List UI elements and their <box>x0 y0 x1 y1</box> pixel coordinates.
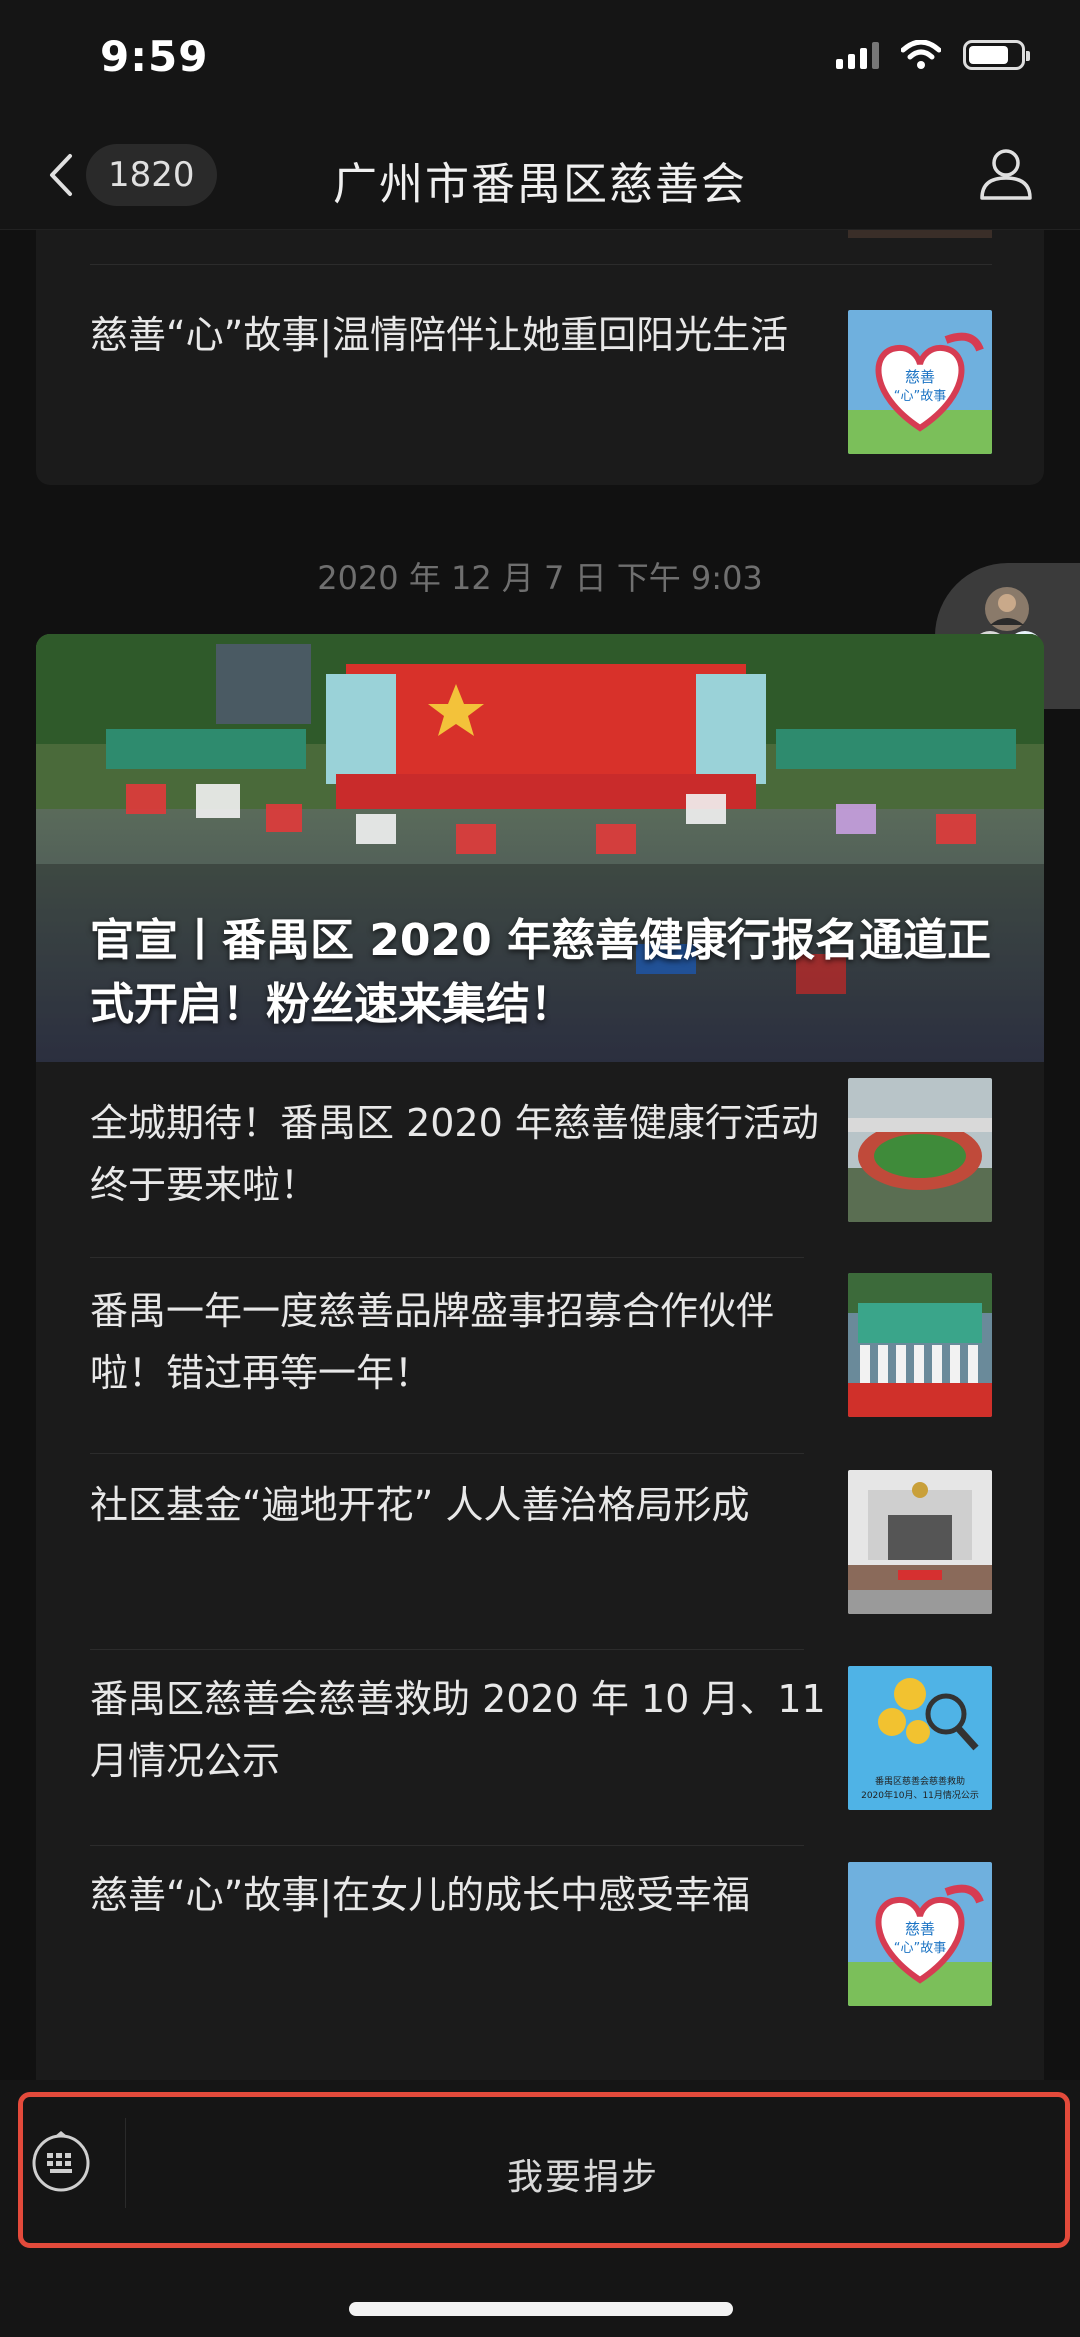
svg-text:“心”故事: “心”故事 <box>894 389 946 404</box>
nav-bar: 1820 广州市番禺区慈善会 <box>0 120 1080 230</box>
article-title: 社区基金“遍地开花” 人人善治格局形成 <box>90 1483 750 1527</box>
svg-text:2020年10月、11月情况公示: 2020年10月、11月情况公示 <box>861 1789 979 1801</box>
status-bar: 9:59 <box>0 0 1080 120</box>
article-title: 番禺一年一度慈善品牌盛事招募合作伙伴啦！错过再等一年！ <box>90 1289 775 1395</box>
stadium-thumbnail <box>848 1078 992 1222</box>
message-timestamp: 2020 年 12 月 7 日 下午 9:03 <box>317 559 763 597</box>
article-card-previous: 慈善“心”故事|温情陪伴让她重回阳光生活 慈善 “心”故事 <box>36 230 1044 485</box>
status-icons <box>836 40 1030 70</box>
building-group-thumbnail <box>848 1470 992 1614</box>
list-item[interactable]: 社区基金“遍地开花” 人人善治格局形成 <box>36 1454 1044 1650</box>
svg-text:慈善: 慈善 <box>905 368 935 386</box>
thumbnail-partial <box>848 230 992 238</box>
list-item[interactable]: 番禺一年一度慈善品牌盛事招募合作伙伴啦！错过再等一年！ <box>36 1258 1044 1454</box>
article-card: 官宣丨番禺区 2020 年慈善健康行报名通道正式开启！粉丝速来集结！ 全城期待！… <box>36 634 1044 2080</box>
svg-text:番禺区慈善会慈善救助: 番禺区慈善会慈善救助 <box>875 1775 965 1787</box>
article-title: 慈善“心”故事|在女儿的成长中感受幸福 <box>90 1873 751 1917</box>
profile-icon[interactable] <box>977 144 1035 202</box>
coins-report-thumbnail: 番禺区慈善会慈善救助 2020年10月、11月情况公示 <box>848 1666 992 1810</box>
keyboard-icon[interactable] <box>30 2130 92 2192</box>
hero-title: 官宣丨番禺区 2020 年慈善健康行报名通道正式开启！粉丝速来集结！ <box>90 915 992 1030</box>
list-item[interactable]: 慈善“心”故事|在女儿的成长中感受幸福 慈善 “心”故事 <box>36 1846 1044 2042</box>
heart-story-thumbnail: 慈善 “心”故事 <box>848 1862 992 2006</box>
bottom-menu-bar: 我要捐步 <box>0 2080 1080 2337</box>
page-title: 广州市番禺区慈善会 <box>333 159 747 210</box>
list-item[interactable]: 全城期待！番禺区 2020 年慈善健康行活动终于要来啦！ <box>36 1062 1044 1258</box>
article-title: 番禺区慈善会慈善救助 2020 年 10 月、11 月情况公示 <box>90 1677 826 1783</box>
wifi-icon <box>901 40 941 69</box>
battery-icon <box>963 40 1030 70</box>
donate-steps-menu-button[interactable]: 我要捐步 <box>126 2148 1040 2200</box>
article-title: 慈善“心”故事|温情陪伴让她重回阳光生活 <box>90 313 789 357</box>
hero-article[interactable]: 官宣丨番禺区 2020 年慈善健康行报名通道正式开启！粉丝速来集结！ <box>36 634 1044 1062</box>
list-item[interactable]: 慈善“心”故事|温情陪伴让她重回阳光生活 慈善 “心”故事 <box>36 264 1044 460</box>
home-indicator[interactable] <box>349 2302 733 2316</box>
svg-text:慈善: 慈善 <box>905 1920 935 1938</box>
article-title: 全城期待！番禺区 2020 年慈善健康行活动终于要来啦！ <box>90 1101 819 1207</box>
heart-story-thumbnail: 慈善 “心”故事 <box>848 310 992 454</box>
list-item[interactable]: 番禺区慈善会慈善救助 2020 年 10 月、11 月情况公示 番禺区慈善会慈善… <box>36 1650 1044 1846</box>
signal-icon <box>836 41 879 69</box>
svg-text:“心”故事: “心”故事 <box>894 1941 946 1956</box>
status-time: 9:59 <box>100 32 209 81</box>
group-event-thumbnail <box>848 1273 992 1417</box>
